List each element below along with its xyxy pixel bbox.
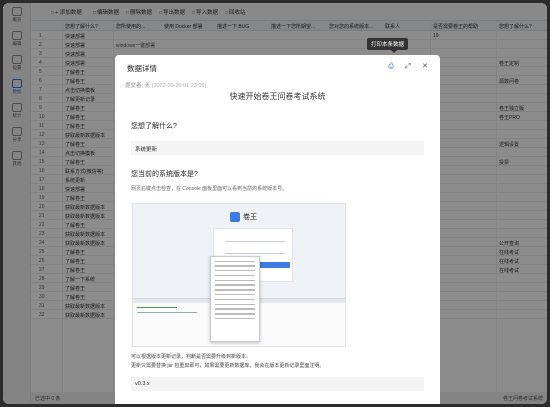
modal-title: 数据详情 [127, 64, 157, 73]
console-line [137, 307, 177, 309]
context-menu [210, 256, 260, 342]
submission-meta: 提交者: 无 (2022-09-30 01:23:06) [125, 83, 207, 89]
question-1: 您想了解什么? [131, 123, 177, 130]
print-icon[interactable]: ⎙ [387, 63, 395, 71]
login-button [257, 262, 290, 268]
login-field [225, 250, 285, 254]
juanwang-logo [230, 212, 240, 222]
fullscreen-icon[interactable]: ⤢ [404, 63, 412, 71]
login-field [225, 238, 285, 242]
answer-2: v0.3.x [131, 377, 424, 391]
answer-1: 系统更新 [131, 141, 424, 155]
question-2: 您当前的系统版本是? [131, 171, 198, 178]
print-tooltip: 打印本条数据 [367, 38, 409, 53]
submitter-value: 无 [144, 83, 151, 89]
version-note-2: 更新只需要替换 jar 包重启即可，如果需要更新数据库，我会在版本更新记录里面注… [131, 363, 325, 369]
screenshot-brand: 卷王 [243, 214, 257, 221]
console-line [137, 312, 197, 314]
submit-time: (2022-09-30 01:23:06) [151, 83, 207, 89]
app-window: 概览 编辑 设置 数据 统计 分享 其他 + 添加数据 编辑数据 删除数据 导出… [3, 3, 547, 404]
data-detail-modal: 数据详情 ⎙ ⤢ ✕ 提交者: 无 (2022-09-30 01:23:06) … [115, 55, 440, 404]
question-2-description: 网页右键点击检查，在 Console 面板里面可以看到当前的系统版本号。 [131, 186, 288, 192]
close-icon[interactable]: ✕ [421, 63, 429, 71]
form-title: 快速开始卷王问卷考试系统 [229, 92, 326, 101]
question-screenshot: 卷王 [132, 203, 346, 347]
version-note-1: 可以根据版本更新记录，判断是否需要升级到新版本。 [131, 354, 252, 360]
